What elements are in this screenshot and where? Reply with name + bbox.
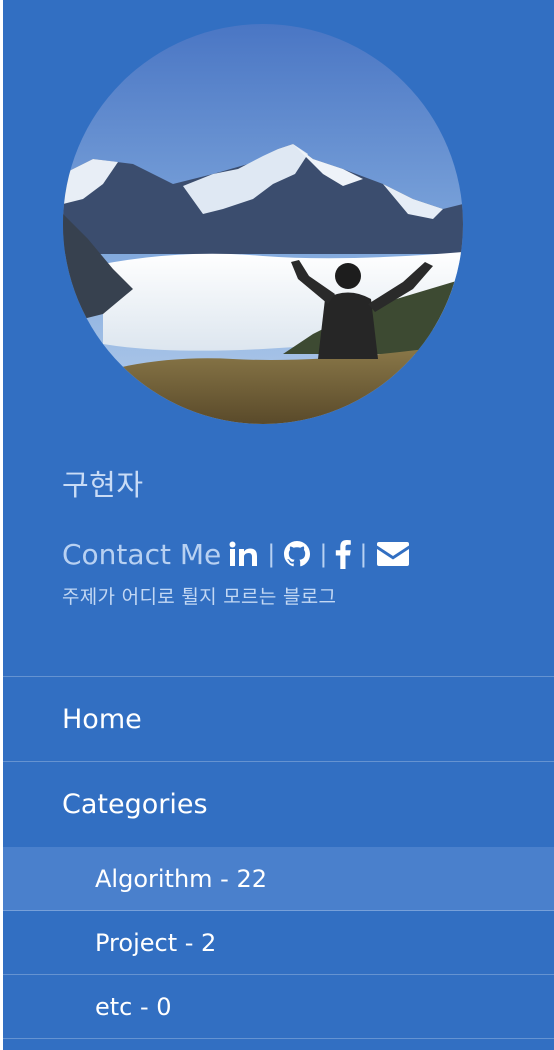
nav-item-categories[interactable]: Categories (3, 762, 554, 847)
avatar-photo (63, 24, 463, 424)
contact-row: Contact Me | | | (62, 536, 410, 572)
category-label: Project - 2 (95, 928, 217, 957)
github-link[interactable] (283, 538, 311, 570)
github-icon (284, 541, 311, 567)
sidebar: 구현자 Contact Me | | | 주제가 어디로 튈지 모르는 블로그 … (3, 0, 554, 1050)
nav-item-label: Home (62, 703, 142, 735)
contact-label: Contact Me (62, 537, 222, 571)
category-item-project[interactable]: Project - 2 (3, 911, 554, 975)
separator: | (267, 540, 276, 568)
category-item-algorithm[interactable]: Algorithm - 22 (3, 847, 554, 911)
author-name: 구현자 (62, 468, 144, 502)
linkedin-link[interactable] (229, 538, 259, 570)
category-label: Algorithm - 22 (95, 864, 267, 893)
sidebar-nav: Home Categories Algorithm - 22 Project -… (3, 676, 554, 1039)
category-label: etc - 0 (95, 992, 172, 1021)
facebook-link[interactable] (335, 538, 352, 570)
separator: | (359, 540, 368, 568)
nav-item-home[interactable]: Home (3, 677, 554, 762)
profile-avatar (63, 24, 463, 424)
facebook-icon (336, 540, 352, 569)
linkedin-icon (229, 541, 258, 566)
email-link[interactable] (376, 538, 410, 570)
separator: | (319, 540, 328, 568)
category-item-etc[interactable]: etc - 0 (3, 975, 554, 1039)
email-icon (376, 542, 409, 566)
nav-item-label: Categories (62, 789, 208, 820)
blog-tagline: 주제가 어디로 튈지 모르는 블로그 (62, 586, 337, 608)
